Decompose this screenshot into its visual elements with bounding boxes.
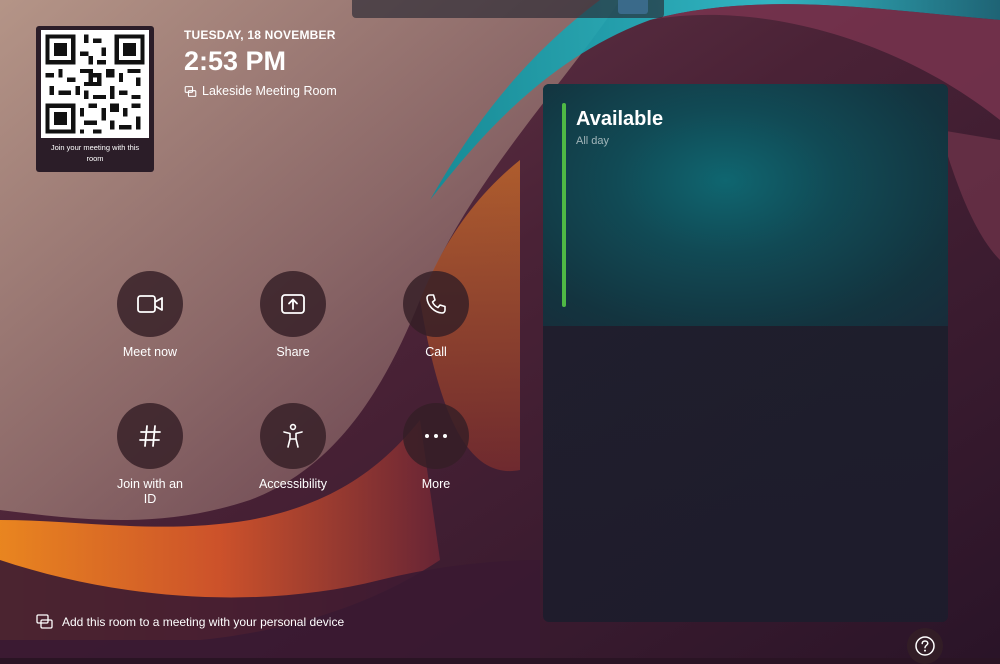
share-screen-icon [281,294,305,314]
help-icon [915,636,935,656]
availability-status-bar [562,103,566,307]
accessibility-label: Accessibility [258,477,328,491]
call-label: Call [425,345,447,359]
availability-duration: All day [576,135,610,147]
meet-now-circle[interactable] [117,271,183,337]
more-dots-icon [425,434,447,438]
room-name-label: Lakeside Meeting Room [202,84,337,98]
more-button[interactable]: More [391,403,481,492]
join-with-id-button[interactable]: Join with an ID [105,403,195,507]
accessibility-circle[interactable] [260,403,326,469]
share-button[interactable]: Share [248,271,338,360]
availability-status: Available [576,108,664,130]
accessibility-icon [283,423,303,448]
add-room-prompt[interactable]: Add this room to a meeting with your per… [36,614,344,629]
join-with-id-circle[interactable] [117,403,183,469]
video-camera-icon [137,295,163,313]
accessibility-button[interactable]: Accessibility [248,403,338,492]
meet-now-label: Meet now [122,345,178,359]
room-icon [184,85,197,97]
add-room-prompt-text: Add this room to a meeting with your per… [62,614,345,629]
call-circle[interactable] [403,271,469,337]
schedule-panel: Available All day [543,84,948,622]
join-with-id-label: Join with an ID [116,477,183,506]
help-button[interactable] [907,628,943,664]
notification-strip [352,0,664,18]
meet-now-button[interactable]: Meet now [105,271,195,360]
qr-join-card[interactable]: Join your meeting with this room [36,26,154,172]
call-button[interactable]: Call [391,271,481,360]
room-name: Lakeside Meeting Room [184,84,337,98]
availability-card[interactable]: Available All day [543,84,948,326]
phone-icon [426,294,446,314]
more-label: More [421,477,451,491]
more-circle[interactable] [403,403,469,469]
qr-code-icon [41,30,149,138]
date-label: TUESDAY, 18 NOVEMBER [184,28,336,42]
time-label: 2:53 PM [184,46,287,76]
room-cast-icon [36,614,53,629]
share-circle[interactable] [260,271,326,337]
strip-button[interactable] [618,0,648,14]
hash-icon [139,425,161,447]
share-label: Share [276,345,310,359]
qr-caption: Join your meeting with this room [50,143,140,163]
